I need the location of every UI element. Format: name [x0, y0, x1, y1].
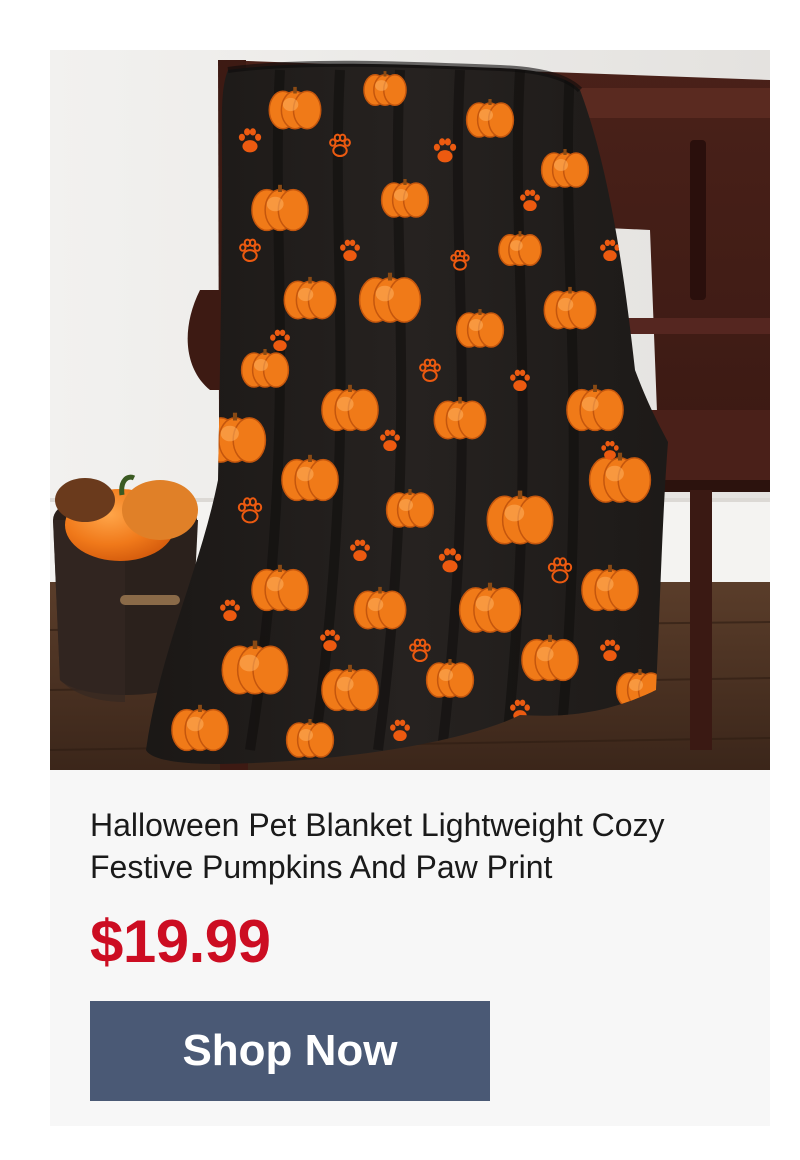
pumpkin-motif: [465, 99, 515, 138]
pumpkin-motif: [566, 384, 624, 432]
pumpkin-motif: [486, 490, 554, 545]
pumpkin-motif: [581, 564, 639, 612]
pumpkin-motif: [543, 286, 597, 330]
pumpkin-motif: [425, 659, 475, 698]
pumpkin-motif: [240, 349, 290, 388]
product-price: $19.99: [90, 908, 271, 975]
pumpkin-motif: [353, 586, 407, 630]
pumpkin-motif: [455, 309, 505, 348]
pumpkin-motif: [221, 640, 289, 695]
pumpkin-motif: [363, 71, 407, 107]
pumpkin-motif: [268, 86, 322, 130]
pumpkin-motif: [283, 276, 337, 320]
pumpkin-motif: [285, 719, 335, 758]
shop-now-button[interactable]: Shop Now: [90, 1001, 490, 1101]
pumpkin-motif: [380, 179, 430, 218]
pumpkin-motif: [358, 272, 422, 323]
pumpkin-motif: [588, 452, 652, 503]
pumpkin-motif: [433, 396, 487, 440]
product-title[interactable]: Halloween Pet Blanket Lightweight Cozy F…: [90, 804, 750, 888]
pumpkin-motif: [521, 634, 579, 682]
pumpkin-motif: [171, 704, 229, 752]
pumpkin-motif: [540, 149, 590, 188]
pumpkin-motif: [281, 454, 339, 502]
product-card[interactable]: Halloween Pet Blanket Lightweight Cozy F…: [50, 50, 770, 1126]
pumpkin-motif: [251, 184, 309, 232]
pumpkin-motif: [321, 664, 379, 712]
pumpkin-motif: [385, 489, 435, 528]
pumpkin-motif: [498, 231, 542, 267]
pumpkin-motif: [458, 582, 522, 633]
product-image[interactable]: [50, 50, 770, 770]
pumpkin-motif: [321, 384, 379, 432]
pumpkin-motif: [251, 564, 309, 612]
